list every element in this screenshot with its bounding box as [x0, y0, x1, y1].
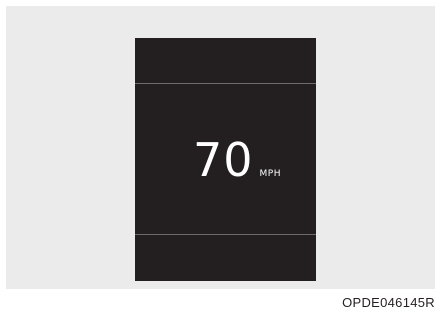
cluster-display: 70 MPH	[135, 38, 316, 281]
speed-readout: 70 MPH	[193, 137, 281, 183]
bottom-divider	[135, 234, 316, 235]
top-divider	[135, 83, 316, 84]
speed-unit: MPH	[259, 169, 282, 179]
speed-value: 70	[193, 133, 254, 187]
figure-code: OPDE046145R	[342, 295, 435, 310]
